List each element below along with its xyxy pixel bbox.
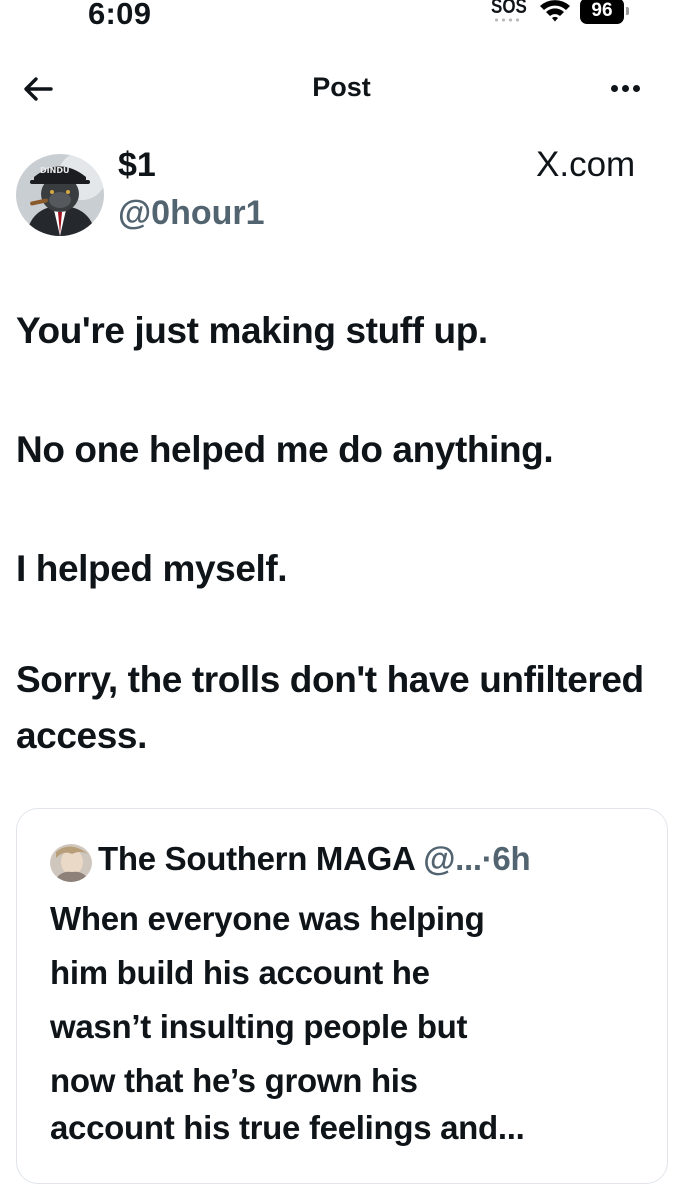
author-display-name[interactable]: $1 bbox=[118, 146, 156, 185]
wifi-icon bbox=[540, 0, 570, 22]
author-avatar[interactable]: DINDU bbox=[16, 154, 104, 236]
battery-icon: 96 bbox=[580, 0, 624, 24]
sos-indicator: SOS bbox=[491, 0, 527, 18]
signal-dots-icon bbox=[493, 18, 523, 22]
post-paragraph: Sorry, the trolls don't have unfiltered … bbox=[16, 659, 644, 756]
quoted-post-time: 6h bbox=[492, 840, 531, 877]
quoted-author-name[interactable]: The Southern MAGA bbox=[98, 840, 415, 877]
quoted-author-handle[interactable]: @... bbox=[423, 840, 482, 877]
battery-tip bbox=[626, 7, 629, 15]
quoted-post-header: The Southern MAGA @...·6h bbox=[98, 840, 531, 878]
more-options-icon[interactable] bbox=[611, 80, 651, 96]
quoted-post-line: now that he’s grown his bbox=[50, 1062, 418, 1099]
avatar-cap-text: DINDU bbox=[40, 166, 69, 175]
author-handle[interactable]: @0hour1 bbox=[118, 194, 265, 233]
separator-dot: · bbox=[481, 840, 493, 877]
post-paragraph: I helped myself. bbox=[16, 548, 288, 589]
quoted-post-line: When everyone was helping bbox=[50, 900, 485, 937]
post-paragraph: No one helped me do anything. bbox=[16, 429, 554, 470]
status-time: 6:09 bbox=[88, 0, 152, 31]
quoted-post-line: account his true feelings and... bbox=[50, 1109, 525, 1146]
source-label: X.com bbox=[536, 145, 636, 184]
quoted-author-avatar bbox=[50, 844, 92, 882]
page-title: Post bbox=[312, 72, 371, 102]
quoted-post-line: him build his account he bbox=[50, 954, 430, 991]
quoted-post-line: wasn’t insulting people but bbox=[50, 1008, 468, 1045]
post-paragraph: You're just making stuff up. bbox=[16, 310, 488, 351]
